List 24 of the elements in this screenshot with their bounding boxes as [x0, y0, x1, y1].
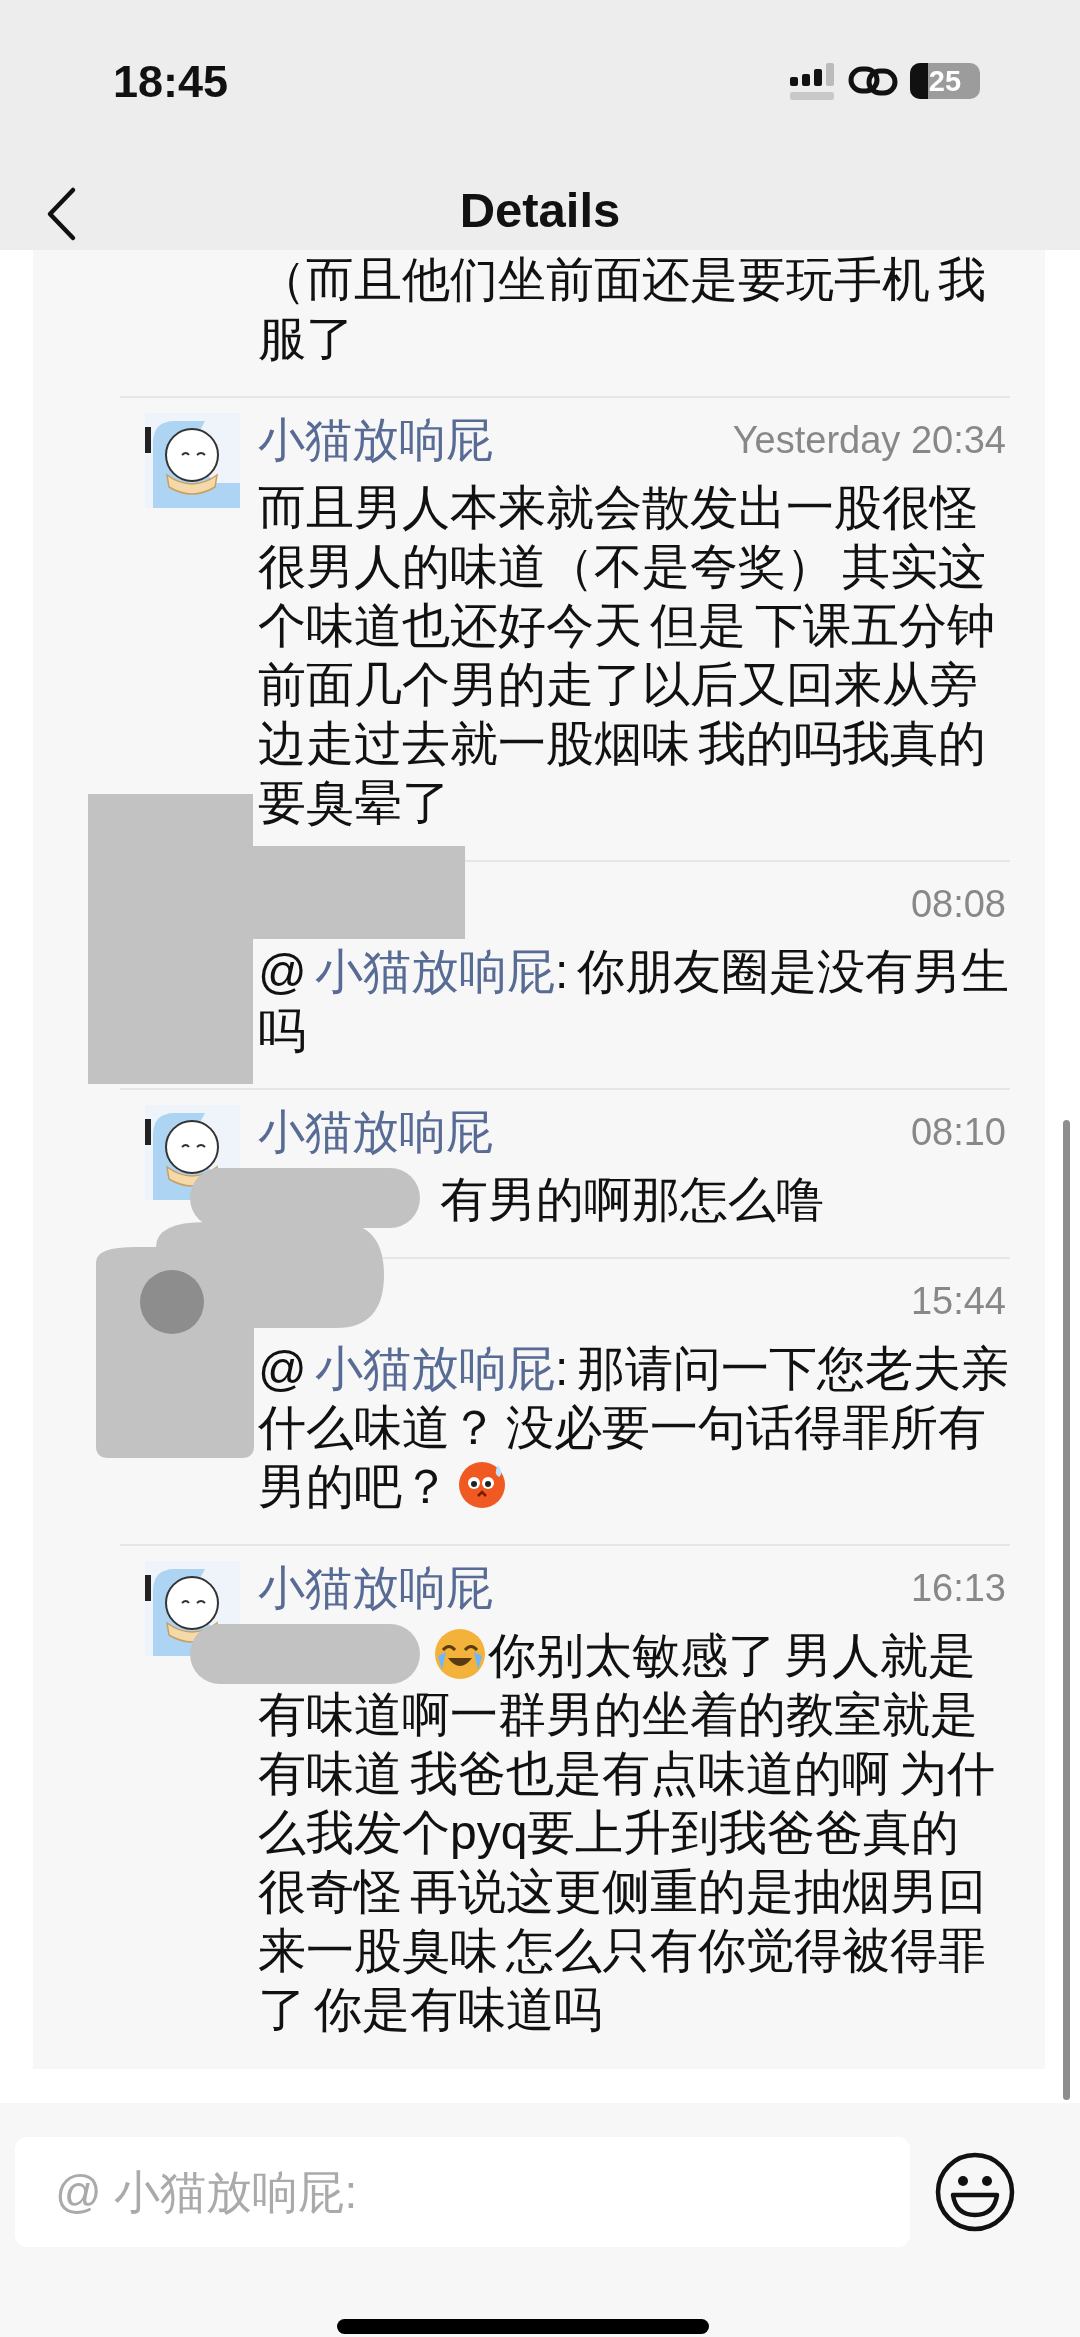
emoji-button[interactable] [934, 2151, 1016, 2233]
comment-input-field[interactable]: @ 小猫放响屁: [15, 2137, 910, 2247]
mention-link[interactable]: 小猫放响屁 [315, 945, 556, 998]
signal-icon [790, 61, 836, 101]
comment-time: 08:10 [910, 1110, 1006, 1154]
comment-text: （而且他们坐前面还是要玩手机 我服了 [258, 252, 988, 367]
comment-text: @ 小猫放响屁: 你朋友圈是没有男生吗 [258, 944, 1010, 1059]
user-name[interactable]: 小猫放响屁 [258, 1102, 911, 1162]
comment-text: 你别太敏感了 男人就是有味道啊一群男的坐着的教室就是有味道 我爸也是有点味道的啊 为什么我发个pyq要上升到我爸爸真的很奇怪 再说这更侧重的是抽烟男回来一股臭味 怎么只有你觉得被得罪了 你是有味道吗 [258, 1627, 996, 2038]
mention-link[interactable]: 小猫放响屁 [315, 1342, 556, 1395]
page-title: Details [459, 182, 621, 238]
comment-text: 有男的啊那怎么噜 [440, 1172, 824, 1228]
smiley-icon [934, 2151, 1016, 2233]
link-icon [848, 64, 898, 98]
comment-text: @ 小猫放响屁: 那请问一下您老夫亲什么味道？ 没必要一句话得罪所有男的吧？ [258, 1341, 1010, 1515]
battery-level: 25 [928, 64, 962, 98]
user-name[interactable]: 小猫放响屁 [258, 1558, 911, 1618]
user-name[interactable]: 小猫放响屁 [258, 410, 733, 470]
comment-time: 15:44 [910, 1279, 1006, 1323]
comment-time: 08:08 [910, 882, 1006, 926]
clock-time: 18:45 [113, 56, 230, 108]
comment-time: 16:13 [910, 1566, 1006, 1610]
comment-time: Yesterday 20:34 [732, 418, 1006, 462]
comment-text: 而且男人本来就会散发出一股很怪很男人的味道（不是夸奖） 其实这个味道也还好今天 但是 下课五分钟前面几个男的走了以后又回来从旁边走过去就一股烟味 我的吗我真的要臭晕了 [258, 480, 996, 831]
